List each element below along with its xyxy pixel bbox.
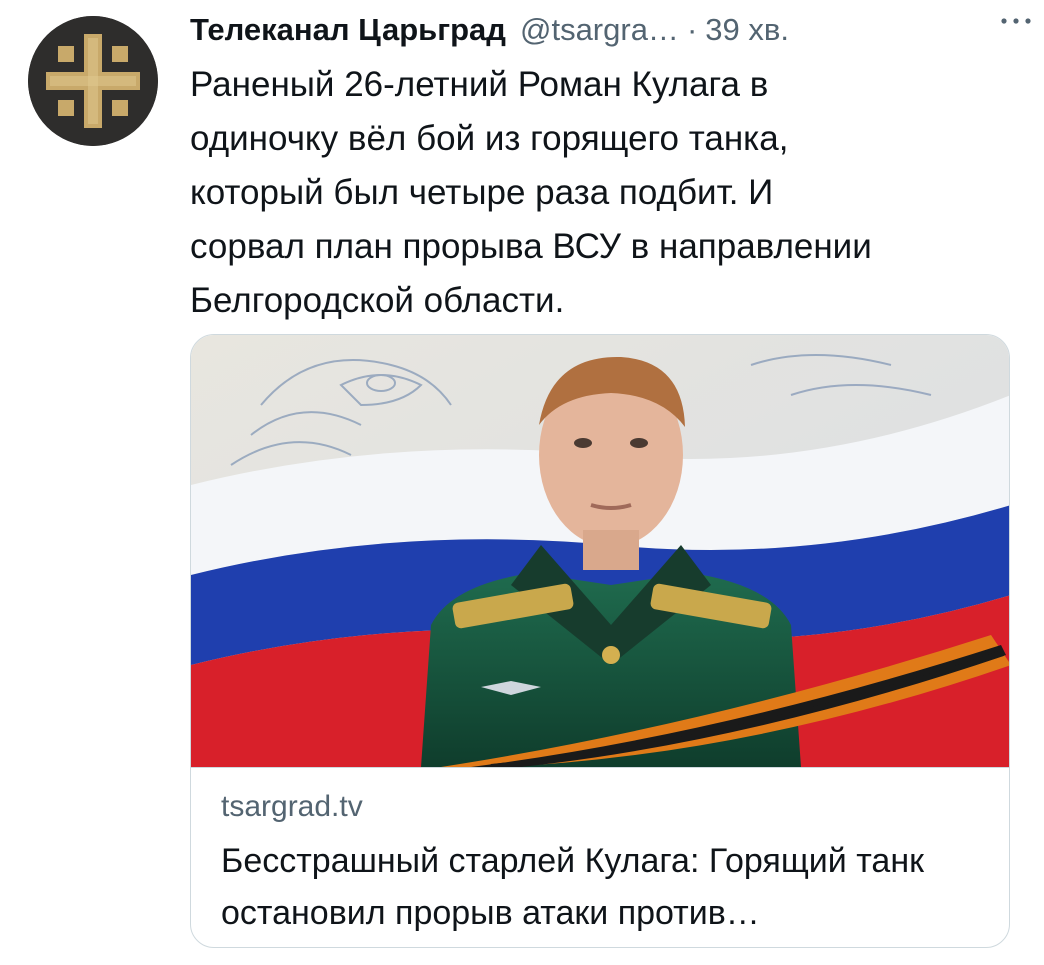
author-display-name[interactable]: Телеканал Царьград <box>190 8 506 52</box>
card-image[interactable] <box>191 335 1009 768</box>
avatar[interactable] <box>28 16 158 146</box>
tweet[interactable]: Телеканал Царьград @tsargra… · 39 хв. Ра… <box>0 0 1044 965</box>
separator-dot: · <box>686 12 698 47</box>
more-options-icon[interactable] <box>994 6 1038 36</box>
card-domain: tsargrad.tv <box>221 790 363 823</box>
tweet-text: Раненый 26-летний Роман Кулага в одиночк… <box>190 65 872 320</box>
card-title: Бесстрашный старлей Кулага: Горящий танк… <box>221 842 924 932</box>
tweet-timestamp[interactable]: 39 хв. <box>705 8 789 52</box>
portrait-with-flag-image <box>191 335 1009 767</box>
cross-emblem-icon <box>28 16 158 146</box>
tweet-header: Телеканал Царьград @tsargra… · 39 хв. <box>190 8 1020 52</box>
link-card[interactable]: tsargrad.tv Бесстрашный старлей Кулага: … <box>190 334 1010 948</box>
author-handle[interactable]: @tsargra… <box>520 8 679 52</box>
